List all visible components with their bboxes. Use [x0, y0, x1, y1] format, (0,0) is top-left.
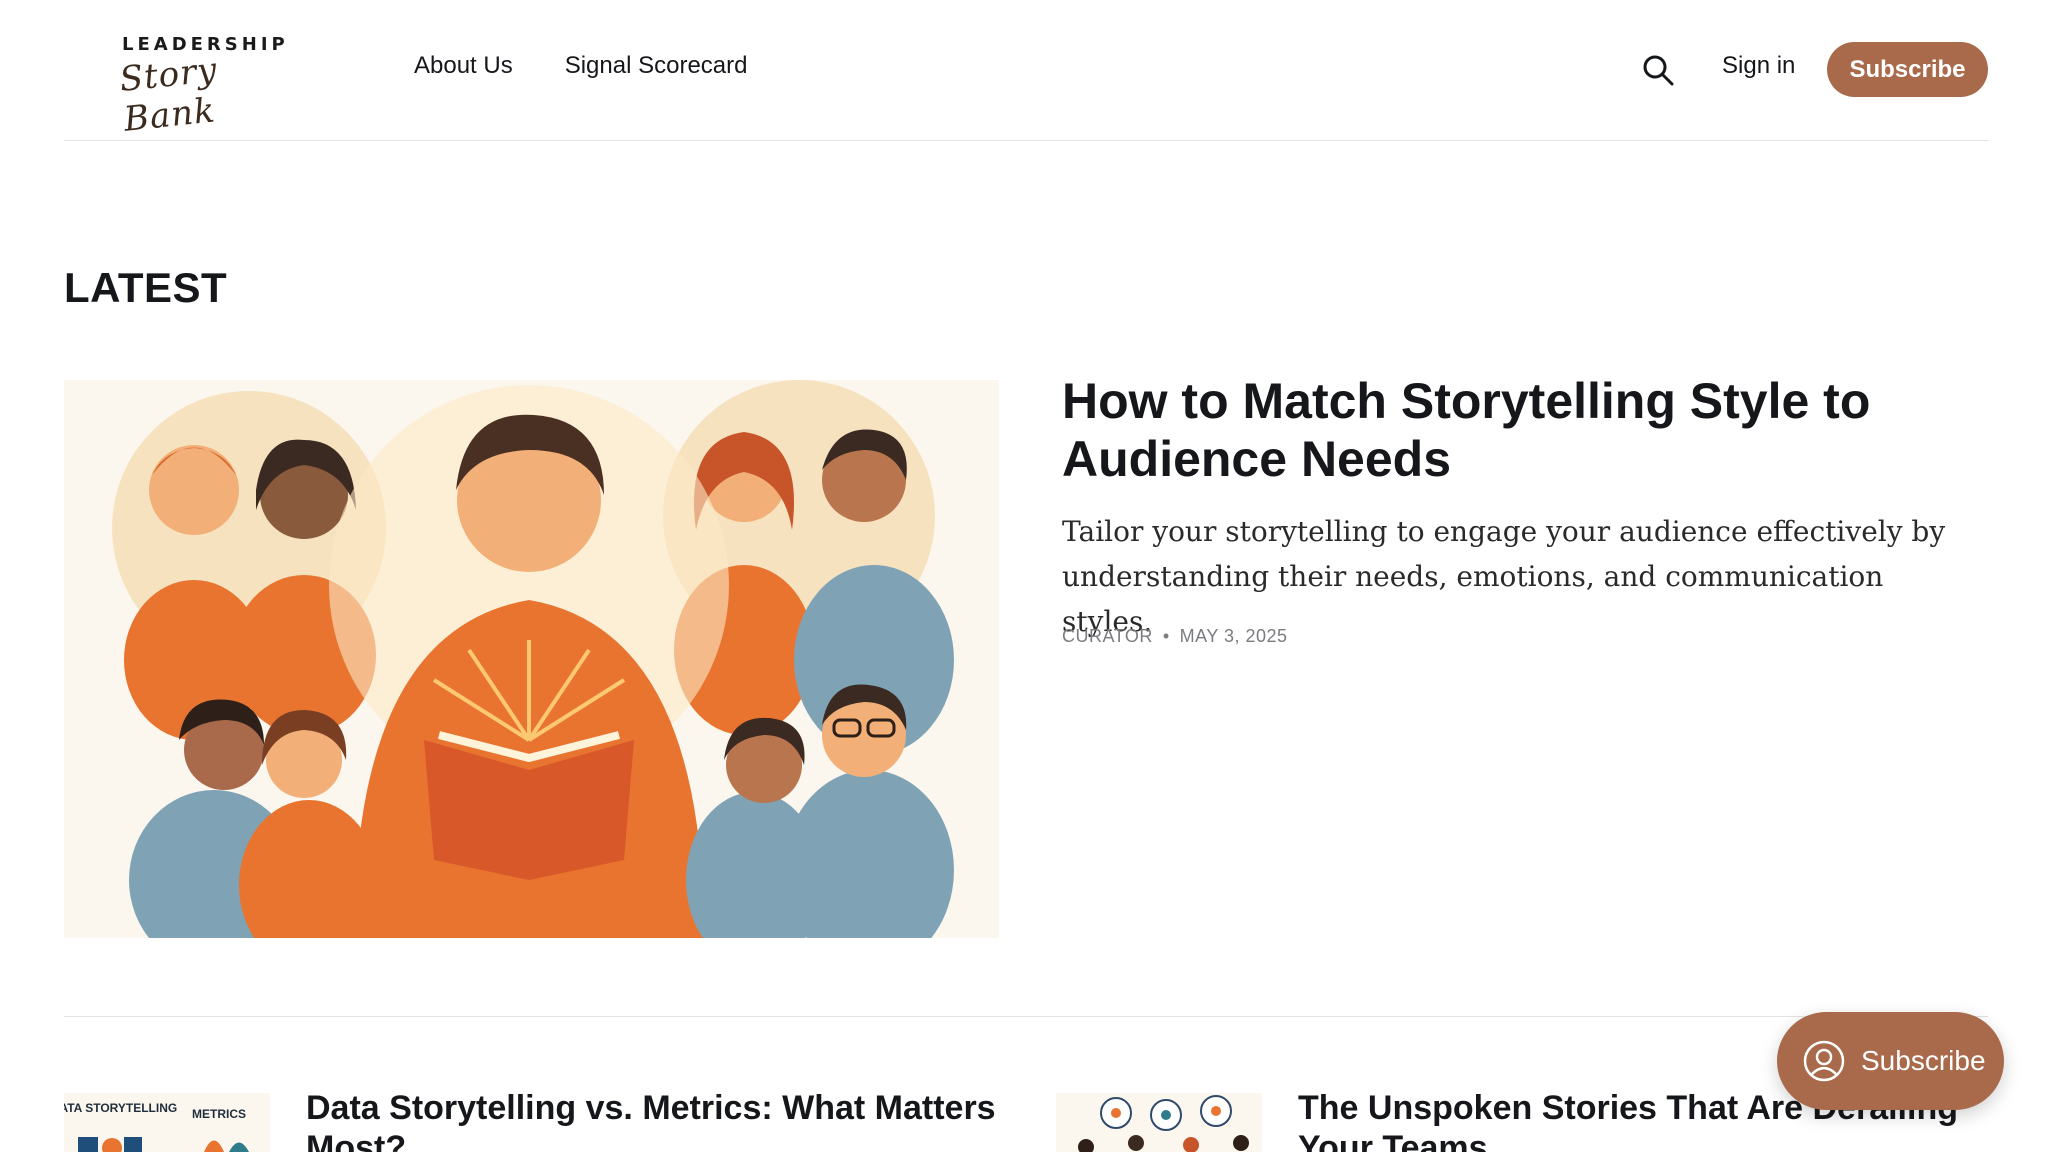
feature-title[interactable]: How to Match Storytelling Style to Audie…: [1062, 372, 2002, 488]
search-icon[interactable]: [1640, 52, 1676, 88]
thumb-label-left: DATA STORYTELLING: [64, 1101, 177, 1115]
subscribe-button[interactable]: Subscribe: [1827, 42, 1988, 97]
thumb-label-right: METRICS: [192, 1107, 246, 1121]
card-title[interactable]: Data Storytelling vs. Metrics: What Matt…: [306, 1088, 1006, 1152]
section-heading: LATEST: [64, 264, 228, 311]
user-circle-icon: [1803, 1040, 1845, 1082]
card-thumbnail[interactable]: [1056, 1093, 1262, 1152]
card-thumbnail[interactable]: DATA STORYTELLING METRICS: [64, 1093, 270, 1152]
illustration-reader-with-audience: [64, 380, 999, 938]
feature-date: MAY 3, 2025: [1179, 626, 1288, 646]
meta-separator: •: [1162, 626, 1170, 646]
section-divider: [64, 1016, 1988, 1017]
nav-signal-scorecard[interactable]: Signal Scorecard: [565, 52, 748, 80]
site-header: LEADERSHIP Story Bank About Us Signal Sc…: [64, 0, 1988, 141]
logo-script: Story Bank: [117, 49, 220, 140]
feature-excerpt: Tailor your storytelling to engage your …: [1062, 515, 1946, 638]
nav-about-us[interactable]: About Us: [414, 52, 513, 80]
portal-subscribe-label: Subscribe: [1861, 1045, 1986, 1076]
feature-meta: CURATOR • MAY 3, 2025: [1062, 626, 1288, 647]
main-nav: About Us Signal Scorecard: [414, 52, 747, 80]
site-logo[interactable]: LEADERSHIP Story Bank: [118, 34, 285, 140]
feature-author[interactable]: CURATOR: [1062, 626, 1153, 647]
sign-in-link[interactable]: Sign in: [1722, 52, 1795, 80]
feature-image[interactable]: [64, 380, 999, 938]
portal-subscribe-button[interactable]: Subscribe: [1777, 1012, 2004, 1110]
